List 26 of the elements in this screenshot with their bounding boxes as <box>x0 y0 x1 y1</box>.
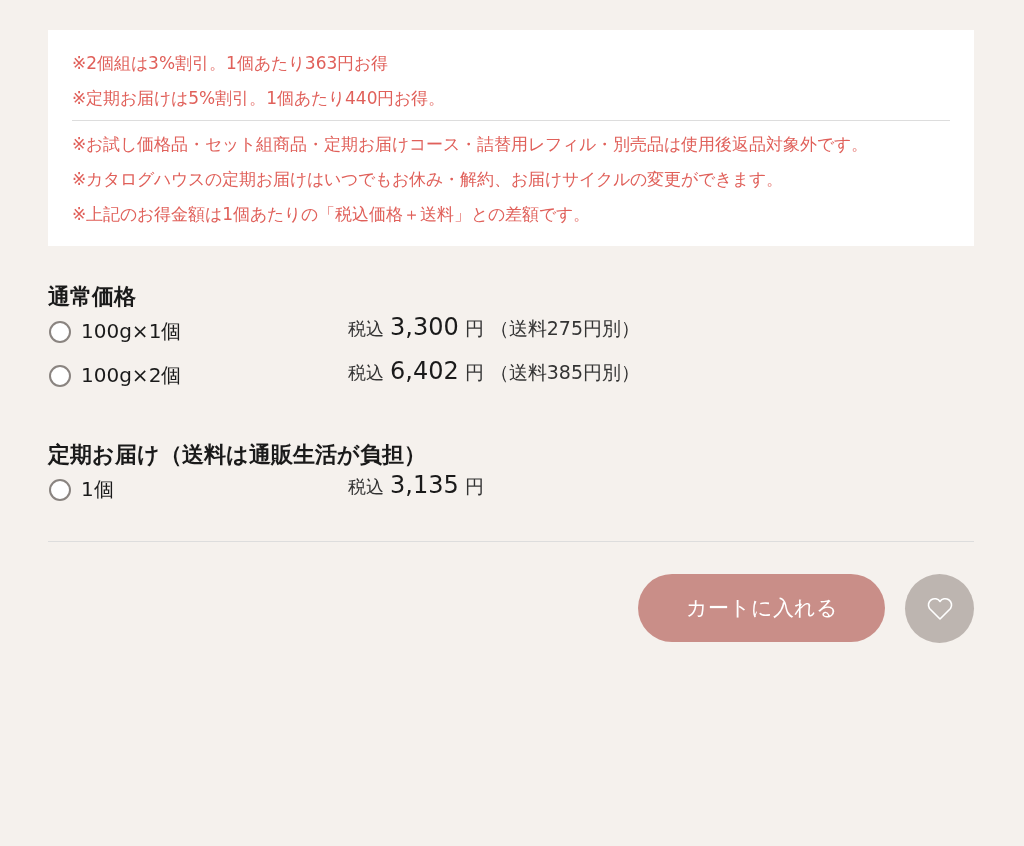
radio-button[interactable] <box>49 478 71 501</box>
radio-button[interactable] <box>49 320 71 343</box>
section-heading: 定期お届け（送料は通販生活が負担） <box>48 441 427 469</box>
shipping-note: （送料385円別） <box>489 360 640 385</box>
notice-text: ※2個組は3%割引。1個あたり363円お得 <box>72 52 390 75</box>
notice-text: ※カタログハウスの定期お届けはいつでもお休み・解約、お届けサイクルの変更ができます。 <box>72 168 785 191</box>
price-amount: 3,135 <box>390 471 459 499</box>
price-amount: 3,300 <box>390 313 459 341</box>
tax-label: 税込 <box>348 361 384 385</box>
currency-unit: 円 <box>464 316 484 341</box>
radio-button[interactable] <box>49 364 71 387</box>
currency-unit: 円 <box>464 360 484 385</box>
section-heading: 通常価格 <box>48 283 137 311</box>
tax-label: 税込 <box>348 475 384 499</box>
currency-unit: 円 <box>464 474 484 499</box>
notice-text: ※お試し価格品・セット組商品・定期お届けコース・詰替用レフィル・別売品は使用後返品対象外です。 <box>72 133 870 156</box>
tax-label: 税込 <box>348 317 384 341</box>
heart-icon <box>925 596 954 621</box>
shipping-note: （送料275円別） <box>489 316 640 341</box>
option-label: 100g×2個 <box>81 362 182 389</box>
price-amount: 6,402 <box>390 357 459 385</box>
notice-text: ※定期お届けは5%割引。1個あたり440円お得。 <box>72 87 447 110</box>
add-to-cart-button[interactable]: カートに入れる <box>638 574 885 642</box>
option-label: 1個 <box>81 476 114 503</box>
notice-text: ※上記のお得金額は1個あたりの「税込価格＋送料」との差額です。 <box>72 203 592 226</box>
option-label: 100g×1個 <box>81 318 182 345</box>
